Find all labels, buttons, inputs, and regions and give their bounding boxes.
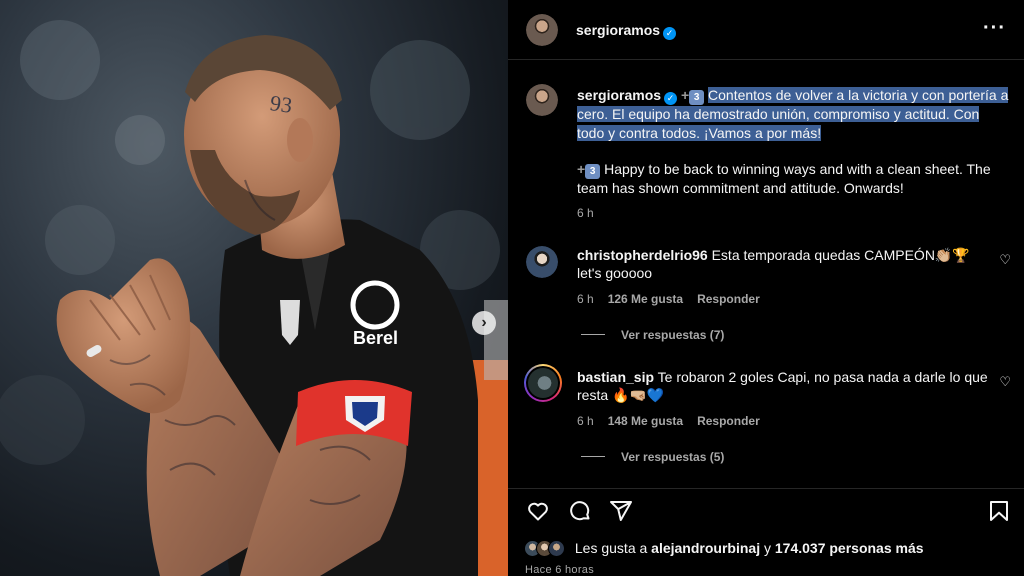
post-photo[interactable]: Berel 93 ›: [0, 0, 508, 576]
tattoo-93: 93: [268, 90, 293, 118]
likes-summary: Les gusta a alejandrourbinaj y 174.037 p…: [524, 540, 924, 557]
view-replies-button[interactable]: Ver respuestas (5): [581, 450, 724, 464]
post-time-ago[interactable]: Hace 6 horas: [525, 564, 594, 576]
player-hands: [56, 258, 191, 414]
comment-avatar[interactable]: [526, 246, 558, 278]
comment-time[interactable]: 6 h: [577, 414, 594, 428]
likes-mid: y: [763, 540, 771, 556]
post-side-panel: sergioramos ✓ ··· sergioramos ✓ +3 Content…: [508, 0, 1024, 576]
plus-icon: +: [577, 161, 586, 177]
verified-icon: ✓: [664, 92, 678, 105]
comment-avatar[interactable]: [524, 364, 562, 402]
next-photo-icon[interactable]: ›: [472, 311, 496, 335]
more-options-icon[interactable]: ···: [983, 17, 1006, 40]
likes-prefix: Les gusta a: [574, 540, 648, 556]
comment-like-heart-icon[interactable]: ♡: [999, 374, 1011, 390]
comment-likes[interactable]: 126 Me gusta: [608, 292, 683, 306]
comment-likes[interactable]: 148 Me gusta: [608, 414, 683, 428]
share-icon[interactable]: [609, 499, 633, 523]
comment-time[interactable]: 6 h: [577, 292, 594, 306]
caption-username[interactable]: sergioramos: [577, 87, 661, 103]
post-header: sergioramos ✓ ···: [508, 0, 1024, 60]
comment-like-heart-icon[interactable]: ♡: [999, 252, 1011, 268]
header-username-text[interactable]: sergioramos: [576, 22, 660, 38]
avatar[interactable]: [526, 14, 558, 46]
comment-username[interactable]: bastian_sip: [577, 369, 654, 385]
liker-avatar: [548, 540, 565, 557]
reply-button[interactable]: Responder: [697, 292, 760, 306]
comment-text: christopherdelrio96 Esta temporada queda…: [577, 246, 993, 282]
plus-icon: +: [680, 87, 690, 103]
heart-icon[interactable]: [526, 499, 550, 523]
comment-icon[interactable]: [568, 499, 592, 523]
post-photo-illustration: Berel 93: [0, 20, 508, 576]
comment-meta: 6 h 126 Me gusta Responder: [577, 292, 760, 306]
caption-time[interactable]: 6 h: [577, 206, 594, 220]
number-3-badge: 3: [689, 90, 705, 105]
comment-text: bastian_sip Te robaron 2 goles Capi, no …: [577, 368, 993, 404]
caption-avatar[interactable]: [526, 84, 558, 116]
bookmark-icon[interactable]: [987, 499, 1011, 523]
number-3-badge: 3: [585, 164, 601, 179]
liker-username[interactable]: alejandrourbinaj: [651, 540, 760, 556]
post-actions: [508, 488, 1024, 528]
likes-count[interactable]: 174.037 personas más: [775, 540, 924, 556]
reply-button[interactable]: Responder: [697, 414, 760, 428]
jersey-sponsor: Berel: [353, 328, 398, 348]
header-username[interactable]: sergioramos ✓: [576, 22, 677, 40]
post-caption: sergioramos ✓ +3 Contentos de volver a la…: [577, 86, 1009, 198]
verified-icon: ✓: [663, 27, 677, 40]
caption-text-en: Happy to be back to winning ways and wit…: [577, 161, 991, 196]
comment-username[interactable]: christopherdelrio96: [577, 247, 708, 263]
comment-meta: 6 h 148 Me gusta Responder: [577, 414, 760, 428]
view-replies-button[interactable]: Ver respuestas (7): [581, 328, 724, 342]
